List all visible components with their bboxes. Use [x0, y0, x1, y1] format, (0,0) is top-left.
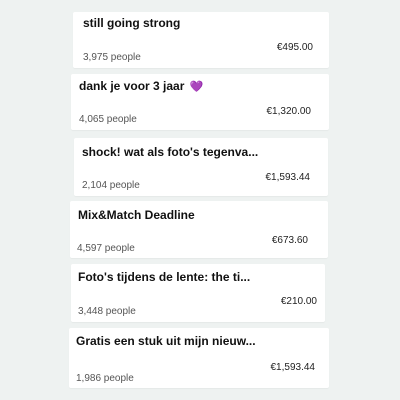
campaign-card[interactable]: Foto's tijdens de lente: the ti... €210.… — [71, 264, 325, 322]
campaign-amount: €1,320.00 — [266, 106, 312, 117]
campaign-people-count: 3,975 people — [83, 52, 141, 63]
campaign-title: still going strong — [83, 16, 181, 30]
campaign-title: dank je voor 3 jaar — [79, 79, 185, 93]
campaign-title: Gratis een stuk uit mijn nieuw... — [76, 334, 256, 348]
campaign-amount: €495.00 — [276, 42, 313, 53]
campaign-list: still going strong €495.00 3,975 people … — [0, 0, 400, 400]
campaign-card[interactable]: still going strong €495.00 3,975 people — [73, 12, 329, 68]
campaign-people-count: 3,448 people — [78, 306, 136, 317]
campaign-card[interactable]: Gratis een stuk uit mijn nieuw... €1,593… — [69, 328, 329, 388]
campaign-title: Mix&Match Deadline — [78, 208, 195, 222]
campaign-people-count: 4,597 people — [77, 243, 135, 254]
campaign-people-count: 4,065 people — [79, 114, 137, 125]
campaign-people-count: 2,104 people — [82, 180, 140, 191]
campaign-card[interactable]: shock! wat als foto's tegenva... €1,593.… — [74, 138, 328, 196]
purple-heart-icon: 💜 — [189, 81, 204, 93]
campaign-amount: €210.00 — [280, 296, 317, 307]
campaign-card[interactable]: Mix&Match Deadline €673.60 4,597 people — [70, 201, 328, 258]
campaign-people-count: 1,986 people — [76, 373, 134, 384]
campaign-title: shock! wat als foto's tegenva... — [82, 145, 259, 159]
campaign-title: Foto's tijdens de lente: the ti... — [78, 270, 251, 284]
campaign-amount: €673.60 — [271, 235, 308, 246]
campaign-title-wrap: dank je voor 3 jaar 💜 — [79, 79, 203, 93]
campaign-card[interactable]: dank je voor 3 jaar 💜 €1,320.00 4,065 pe… — [71, 74, 329, 130]
campaign-amount: €1,593.44 — [265, 172, 311, 183]
campaign-amount: €1,593.44 — [270, 362, 316, 373]
